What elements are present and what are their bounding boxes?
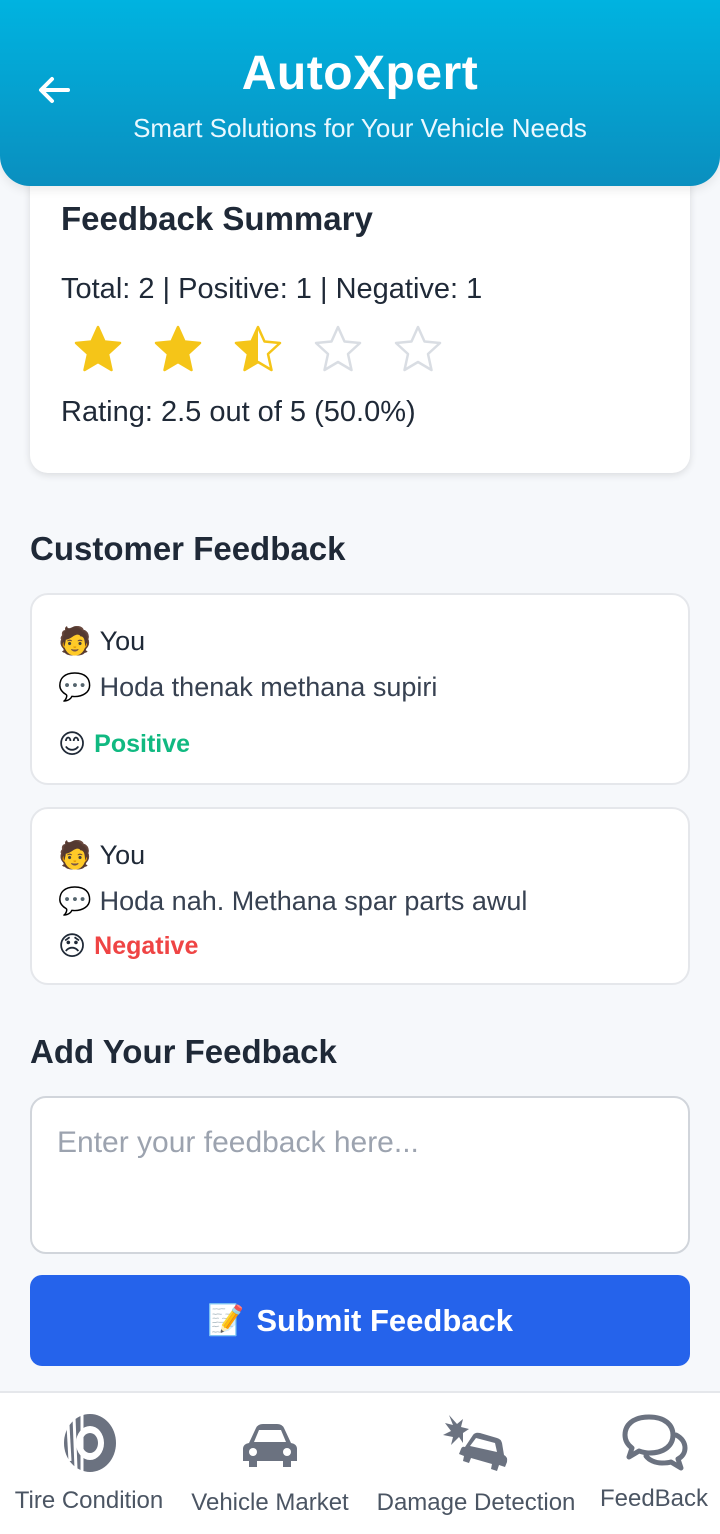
add-feedback-title: Add Your Feedback xyxy=(30,1033,337,1070)
feedback-message: 💬 Hoda thenak methana supiri xyxy=(58,671,438,704)
summary-counts: Total: 2 | Positive: 1 | Negative: 1 xyxy=(61,273,483,305)
rating-stars xyxy=(73,324,443,374)
star-empty-icon xyxy=(314,325,362,372)
smiling-face-icon: 😊 xyxy=(58,729,87,760)
nav-tire-condition[interactable]: Tire Condition xyxy=(2,1393,176,1534)
app-title: AutoXpert xyxy=(241,47,479,100)
sentiment-label: Positive xyxy=(94,730,191,758)
submit-feedback-label: Submit Feedback xyxy=(256,1302,514,1338)
rating-text: Rating: 2.5 out of 5 (50.0%) xyxy=(61,396,416,428)
sentiment-label: Negative xyxy=(94,932,199,960)
nav-label: FeedBack xyxy=(599,1485,709,1512)
nav-label: Tire Condition xyxy=(14,1487,164,1514)
app-subtitle: Smart Solutions for Your Vehicle Needs xyxy=(133,113,587,143)
speech-bubble-icon: 💬 xyxy=(58,672,92,703)
feedback-card: 🧑 You 💬 Hoda nah. Methana spar parts awu… xyxy=(30,807,690,985)
customer-feedback-title: Customer Feedback xyxy=(30,530,346,567)
star-empty-icon xyxy=(394,325,442,372)
car-crash-icon xyxy=(443,1415,508,1471)
feedback-user: 🧑 You xyxy=(58,625,146,658)
feedback-card: 🧑 You 💬 Hoda thenak methana supiri 😊 Pos… xyxy=(30,593,690,785)
bottom-navigation: Tire Condition Vehicle Market Damage Det… xyxy=(0,1391,720,1534)
tire-icon xyxy=(64,1414,116,1472)
feedback-sentiment: 😞 Negative xyxy=(58,931,198,962)
app-header: AutoXpert Smart Solutions for Your Vehic… xyxy=(0,0,720,186)
star-filled-icon xyxy=(154,325,202,372)
feedback-input[interactable] xyxy=(30,1096,690,1254)
feedback-user-name: You xyxy=(99,839,146,870)
feedback-user-name: You xyxy=(99,625,146,656)
memo-icon: 📝 xyxy=(206,1303,245,1338)
nav-feedback[interactable]: FeedBack xyxy=(592,1393,716,1534)
nav-label: Vehicle Market xyxy=(191,1489,349,1516)
submit-feedback-button[interactable]: 📝 Submit Feedback xyxy=(30,1275,690,1366)
feedback-message-text: Hoda thenak methana supiri xyxy=(99,671,438,702)
star-filled-icon xyxy=(74,325,122,372)
person-icon: 🧑 xyxy=(58,840,92,871)
person-icon: 🧑 xyxy=(58,626,92,657)
nav-vehicle-market[interactable]: Vehicle Market xyxy=(182,1393,358,1534)
star-half-icon xyxy=(234,325,282,372)
car-icon xyxy=(243,1424,297,1467)
feedback-summary-card: Feedback Summary Total: 2 | Positive: 1 … xyxy=(30,140,690,473)
speech-bubble-icon: 💬 xyxy=(58,886,92,917)
nav-label: Damage Detection xyxy=(376,1489,576,1516)
chat-bubbles-icon xyxy=(622,1414,688,1471)
feedback-message-text: Hoda nah. Methana spar parts awul xyxy=(99,885,528,916)
disappointed-face-icon: 😞 xyxy=(58,931,87,962)
feedback-message: 💬 Hoda nah. Methana spar parts awul xyxy=(58,885,528,918)
summary-title: Feedback Summary xyxy=(61,200,373,237)
feedback-sentiment: 😊 Positive xyxy=(58,729,190,760)
nav-damage-detection[interactable]: Damage Detection xyxy=(368,1393,584,1534)
feedback-user: 🧑 You xyxy=(58,839,146,872)
